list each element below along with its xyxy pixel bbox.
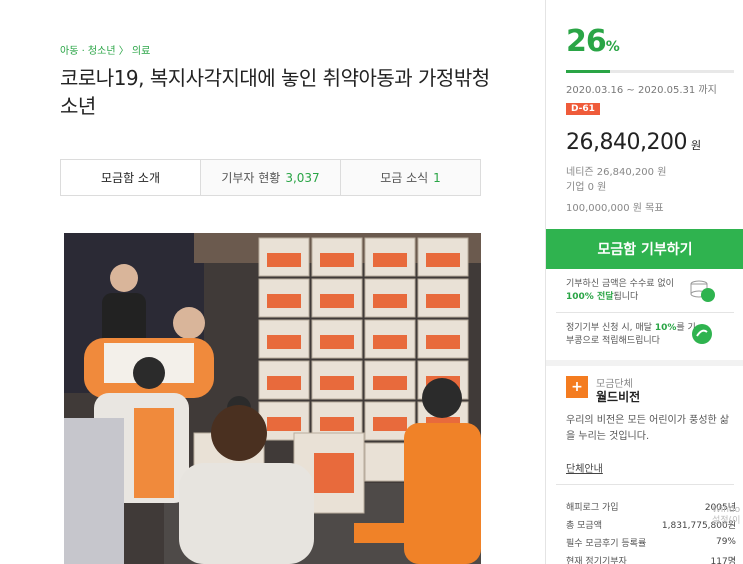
company-amount: 기업 0 원 — [566, 182, 607, 193]
fee-notice: 기부하신 금액은 수수료 없이 100% 전달됩니다 — [566, 278, 696, 304]
bean-icon — [692, 324, 712, 344]
stat-label: 총 모금액 — [566, 520, 602, 531]
tab-label: 모금함 소개 — [100, 170, 160, 185]
tab-news[interactable]: 모금 소식 1 — [340, 160, 480, 195]
org-info-link[interactable]: 단체안내 — [566, 460, 603, 475]
regular-donation-notice: 정기기부 신청 시, 매달 10%를 기부콩으로 적립해드립니다 — [566, 322, 696, 348]
campaign-main: 아동 · 청소년 〉 의료 코로나19, 복지사각지대에 놓인 취약아동과 가정… — [0, 0, 545, 564]
stat-value: 117명 — [710, 556, 736, 564]
donation-sidebar: 26% 2020.03.16 ~ 2020.05.31 까지 D-61 26,8… — [545, 0, 743, 564]
campaign-photo — [64, 233, 481, 564]
section-divider — [546, 360, 743, 366]
org-name[interactable]: 월드비전 — [596, 388, 640, 405]
goal-amount: 100,000,000 원 목표 — [566, 203, 664, 214]
org-stats: 해피로그 가입 2005년 총 모금액 1,831,775,800원 필수 모금… — [566, 497, 736, 564]
org-description: 우리의 비전은 모든 어린이가 풍성한 삶을 누리는 것입니다. — [566, 415, 730, 442]
tab-label: 기부자 현황 — [221, 171, 281, 185]
netizen-amount: 네티즌 26,840,200 원 — [566, 167, 667, 178]
fee-notice-post: 됩니다 — [613, 292, 639, 302]
progress-unit: % — [605, 39, 620, 55]
progress-fill — [566, 70, 610, 73]
category-children[interactable]: 아동 · 청소년 — [60, 46, 116, 57]
breadcrumb-separator: 〉 — [118, 46, 129, 57]
progress-value: 26 — [566, 24, 607, 59]
volunteers-loading-boxes-image — [64, 233, 481, 564]
watermark-line: Windo — [712, 505, 741, 515]
tab-bar: 모금함 소개 기부자 현황 3,037 모금 소식 1 — [60, 159, 481, 196]
stat-label: 현재 정기기부자 — [566, 556, 627, 564]
tab-label: 모금 소식 — [380, 171, 429, 185]
donate-button[interactable]: 모금함 기부하기 — [546, 229, 743, 269]
windows-activation-watermark: Windo 설정(이 — [712, 505, 740, 527]
tab-donors[interactable]: 기부자 현황 3,037 — [200, 160, 340, 195]
regular-notice-strong: 10% — [654, 323, 677, 333]
dday-badge: D-61 — [566, 103, 600, 115]
progress-bar — [566, 70, 734, 73]
campaign-title: 코로나19, 복지사각지대에 놓인 취약아동과 가정밖청소년 — [60, 66, 490, 118]
progress-percent: 26% — [566, 24, 620, 59]
fee-notice-strong: 100% 전달 — [566, 292, 614, 302]
world-vision-logo: + — [566, 376, 588, 398]
raised-value: 26,840,200 — [566, 130, 687, 155]
raised-unit: 원 — [690, 139, 701, 152]
stat-row: 해피로그 가입 2005년 — [566, 497, 736, 515]
stat-row: 현재 정기기부자 117명 — [566, 551, 736, 564]
category-medical[interactable]: 의료 — [132, 46, 150, 57]
stat-row: 총 모금액 1,831,775,800원 — [566, 515, 736, 533]
tab-count: 1 — [433, 170, 441, 185]
breadcrumb[interactable]: 아동 · 청소년 〉 의료 — [60, 42, 150, 57]
tab-count: 3,037 — [285, 170, 320, 185]
stat-label: 해피로그 가입 — [566, 502, 619, 513]
stat-value: 79% — [715, 537, 736, 547]
divider — [556, 484, 734, 485]
watermark-line: 설정(이 — [712, 516, 741, 526]
regular-notice-pre: 정기기부 신청 시, 매달 — [566, 323, 652, 333]
fee-notice-pre: 기부하신 금액은 수수료 없이 — [566, 279, 674, 289]
campaign-period: 2020.03.16 ~ 2020.05.31 까지 — [566, 85, 717, 96]
raised-amount: 26,840,200 원 — [566, 130, 701, 155]
divider — [556, 312, 734, 313]
tab-introduction[interactable]: 모금함 소개 — [61, 160, 200, 195]
stat-row: 필수 모금후기 등록률 79% — [566, 533, 736, 551]
coin-stack-icon — [690, 280, 715, 302]
stat-label: 필수 모금후기 등록률 — [566, 538, 647, 549]
